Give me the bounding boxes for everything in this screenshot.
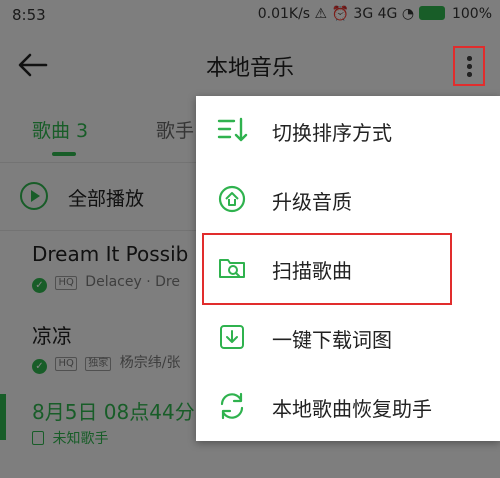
more-dot (467, 72, 472, 77)
restore-icon (220, 392, 244, 420)
menu-item-label: 本地歌曲恢复助手 (272, 397, 432, 421)
menu-item-label: 切换排序方式 (272, 121, 392, 145)
more-options-button-highlight (453, 46, 485, 86)
local-music-screen: 8:53 0.01K/s ⚠ ⏰ 3G 4G ◔ 100% 本地音乐 歌曲 3 … (0, 0, 500, 478)
menu-item-label: 升级音质 (272, 190, 352, 214)
menu-item-upgrade-quality[interactable]: 升级音质 (196, 165, 500, 234)
annotation-highlight-box (202, 233, 452, 305)
download-icon (220, 325, 244, 349)
menu-item-download-lyrics[interactable]: 一键下载词图 (196, 303, 500, 372)
sort-icon (217, 117, 248, 142)
more-dot (467, 56, 472, 61)
menu-item-label: 一键下载词图 (272, 328, 392, 352)
menu-item-restore-helper[interactable]: 本地歌曲恢复助手 (196, 372, 500, 441)
upgrade-icon (218, 185, 246, 213)
more-dot (467, 64, 472, 69)
menu-item-sort[interactable]: 切换排序方式 (196, 96, 500, 165)
